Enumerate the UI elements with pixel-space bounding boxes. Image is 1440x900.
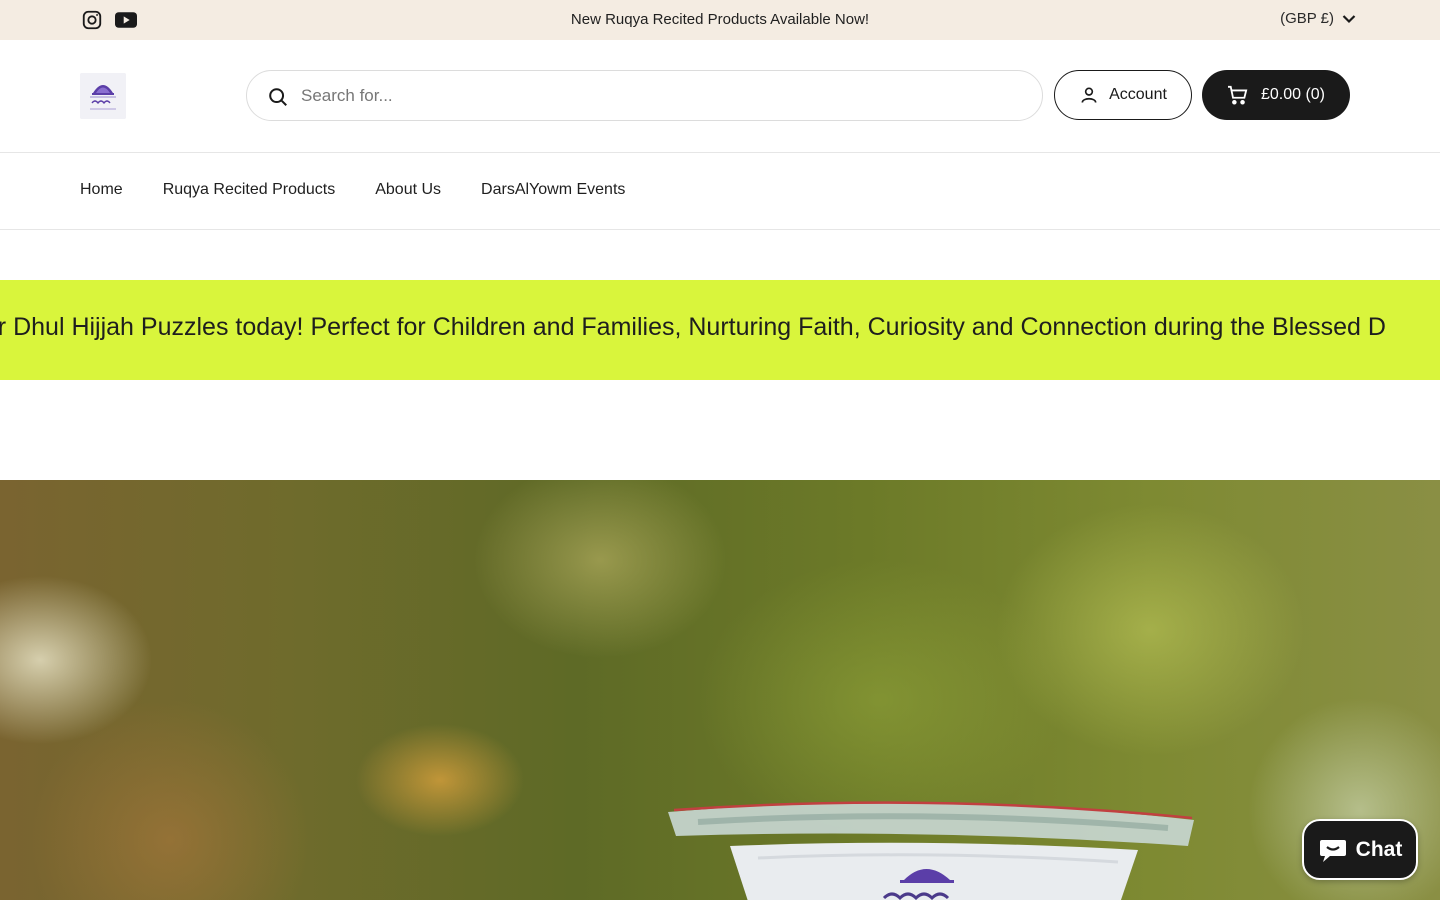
promo-marquee: our Dhul Hijjah Puzzles today! Perfect f… xyxy=(0,280,1440,380)
cart-label: £0.00 (0) xyxy=(1260,86,1326,103)
account-button[interactable]: Account xyxy=(1054,70,1192,120)
currency-label: (GBP £) xyxy=(1280,10,1334,27)
product-package-image xyxy=(668,801,1194,900)
site-logo[interactable] xyxy=(80,73,126,119)
nav-item-ruqya-recited-products[interactable]: Ruqya Recited Products xyxy=(163,181,336,198)
promo-marquee-text: our Dhul Hijjah Puzzles today! Perfect f… xyxy=(0,313,1386,341)
cart-button[interactable]: £0.00 (0) xyxy=(1202,70,1350,120)
chat-bubble-icon xyxy=(1319,839,1346,862)
announcement-bar: New Ruqya Recited Products Available Now… xyxy=(0,0,1440,40)
announcement-text: New Ruqya Recited Products Available Now… xyxy=(570,11,870,28)
search-input[interactable] xyxy=(301,71,1021,120)
currency-selector[interactable]: (GBP £) xyxy=(1280,10,1356,27)
main-navigation: Home Ruqya Recited Products About Us Dar… xyxy=(0,153,1440,230)
nav-item-darsalyowm-events[interactable]: DarsAlYowm Events xyxy=(481,181,625,198)
chevron-down-icon xyxy=(1342,14,1356,23)
search-bar[interactable] xyxy=(246,70,1043,121)
chat-button[interactable]: Chat xyxy=(1302,819,1418,880)
nav-item-about-us[interactable]: About Us xyxy=(375,181,441,198)
cart-icon xyxy=(1227,85,1248,105)
nav-item-home[interactable]: Home xyxy=(80,181,123,198)
site-header: Account £0.00 (0) xyxy=(0,40,1440,153)
user-icon xyxy=(1081,87,1097,103)
account-label: Account xyxy=(1109,86,1167,103)
chat-label: Chat xyxy=(1355,837,1403,861)
hero-image xyxy=(0,480,1440,900)
search-icon xyxy=(269,88,287,106)
